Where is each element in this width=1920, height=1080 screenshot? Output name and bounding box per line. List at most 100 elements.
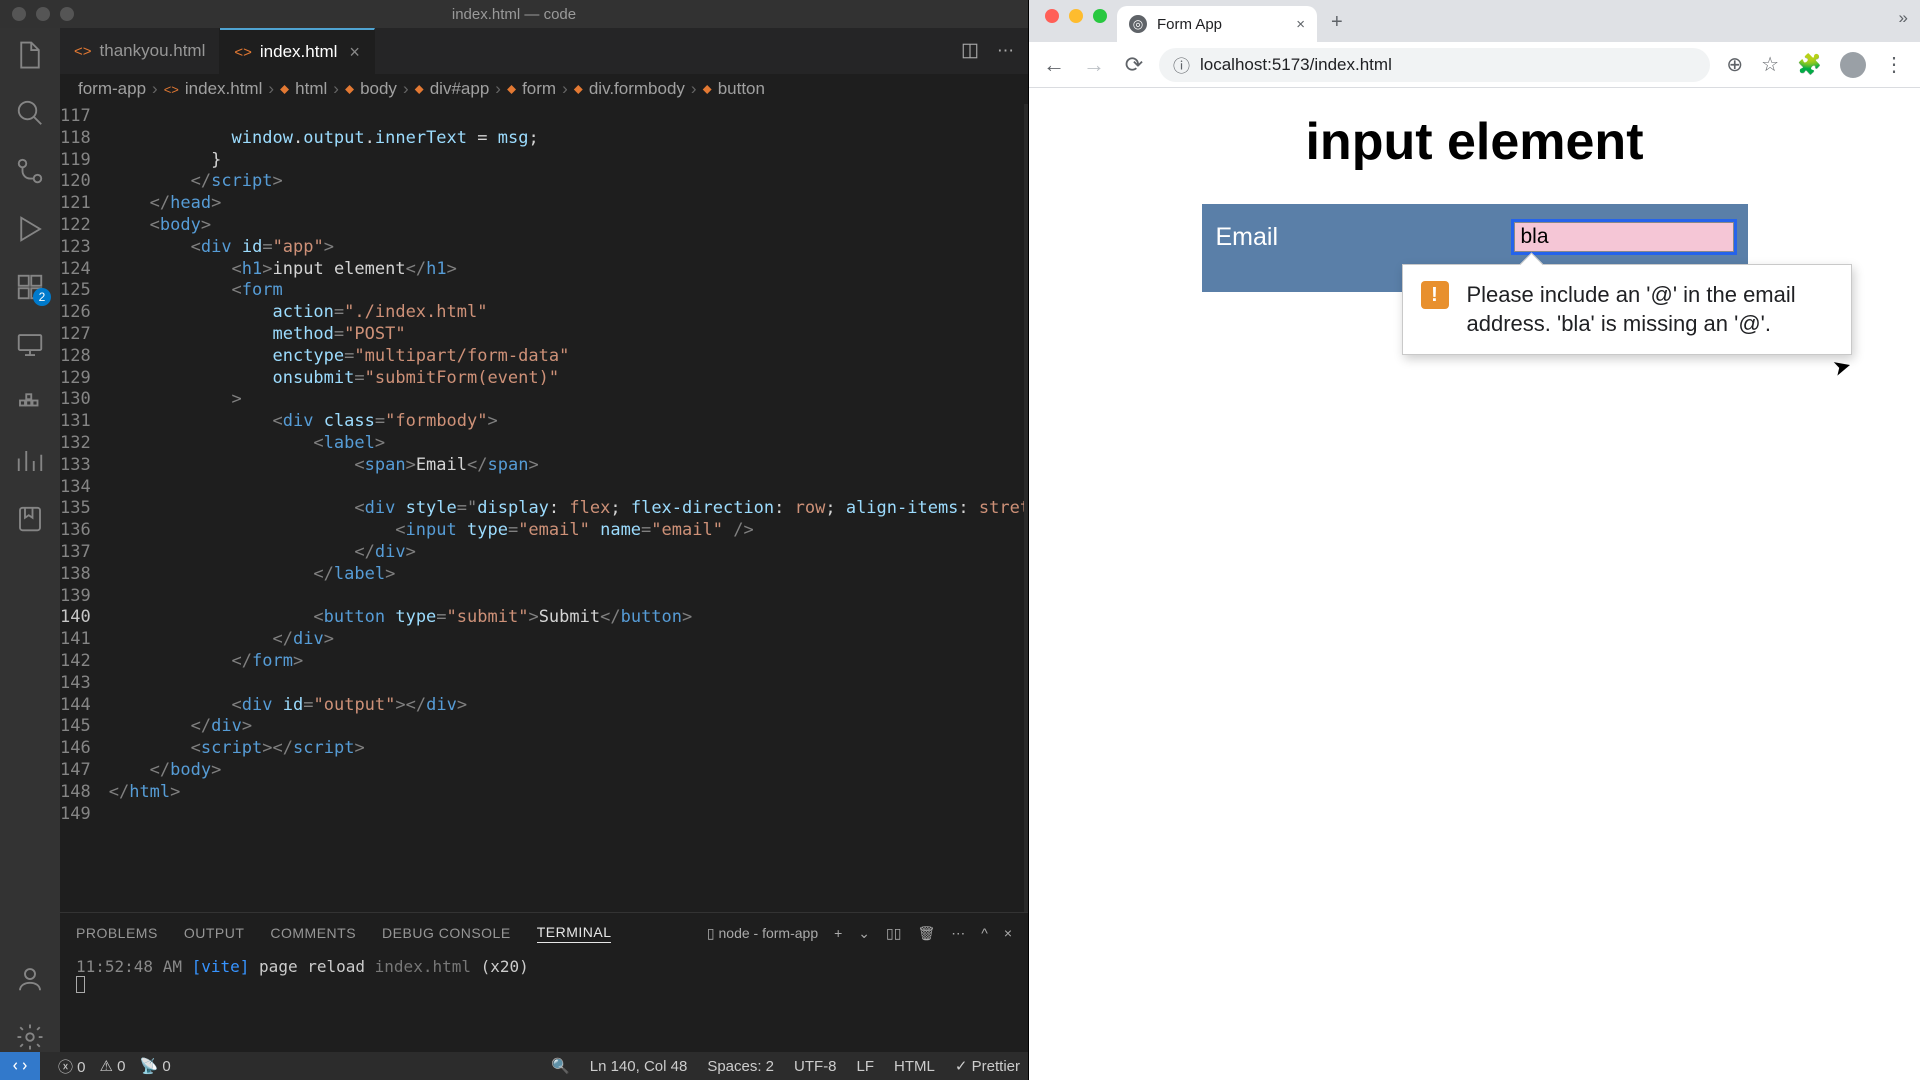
search-icon[interactable] — [15, 98, 45, 128]
chrome-tabstrip: ◎ Form App × + » — [1029, 0, 1920, 42]
minimize-dot[interactable] — [1069, 9, 1083, 23]
warning-icon: ! — [1421, 281, 1449, 309]
explorer-icon[interactable] — [15, 40, 45, 70]
panel-tab-comments[interactable]: COMMENTS — [270, 925, 356, 941]
bookmark-icon[interactable] — [15, 504, 45, 534]
activity-bar: 2 — [0, 28, 60, 1052]
html-file-icon: <> — [74, 43, 92, 60]
split-terminal-icon[interactable]: ▯▯ — [886, 925, 901, 942]
status-indent[interactable]: Spaces: 2 — [707, 1058, 774, 1075]
settings-gear-icon[interactable] — [15, 1022, 45, 1052]
maximize-panel-icon[interactable]: ^ — [981, 925, 988, 941]
window-controls[interactable] — [1039, 9, 1117, 33]
split-editor-icon[interactable] — [961, 42, 979, 60]
extensions-puzzle-icon[interactable]: 🧩 — [1797, 52, 1822, 77]
remote-explorer-icon[interactable] — [15, 330, 45, 360]
tag-icon: ⬥ — [345, 81, 354, 97]
tooltip-text: Please include an '@' in the email addre… — [1467, 281, 1833, 338]
docker-icon[interactable] — [15, 388, 45, 418]
new-terminal-icon[interactable]: + — [834, 925, 842, 941]
chrome-menu-icon[interactable]: ⋮ — [1884, 52, 1904, 77]
close-dot[interactable] — [1045, 9, 1059, 23]
more-icon[interactable]: ⋯ — [951, 925, 965, 942]
status-formatter[interactable]: ✓ Prettier — [955, 1057, 1020, 1075]
page-heading: input element — [1029, 112, 1920, 172]
profile-avatar[interactable] — [1840, 52, 1866, 78]
panel-tab-problems[interactable]: PROBLEMS — [76, 925, 158, 941]
extensions-icon[interactable]: 2 — [15, 272, 45, 302]
html-file-icon: <> — [234, 44, 252, 61]
tag-icon: ⬥ — [507, 81, 516, 97]
panel-tab-output[interactable]: OUTPUT — [184, 925, 245, 941]
tab-index[interactable]: <> index.html × — [220, 28, 375, 74]
status-errors[interactable]: ⓧ 0 — [58, 1056, 86, 1077]
vscode-window: index.html — code 2 <> thankyou.html — [0, 0, 1028, 1080]
status-encoding[interactable]: UTF-8 — [794, 1058, 837, 1075]
zoom-dot[interactable] — [60, 7, 74, 21]
close-dot[interactable] — [12, 7, 26, 21]
more-icon[interactable]: ⋯ — [997, 41, 1014, 61]
remote-indicator[interactable] — [0, 1052, 40, 1080]
site-info-icon[interactable]: ⓘ — [1173, 52, 1190, 77]
favicon-icon: ◎ — [1129, 15, 1147, 33]
expand-tabs-icon[interactable]: » — [1899, 8, 1908, 28]
editor-tabs: <> thankyou.html <> index.html × ⋯ — [60, 28, 1028, 74]
zoom-icon[interactable]: ⊕ — [1726, 52, 1743, 77]
window-title: index.html — code — [452, 6, 576, 23]
extensions-badge: 2 — [33, 288, 51, 306]
close-panel-icon[interactable]: × — [1004, 925, 1012, 941]
tab-label: index.html — [260, 42, 337, 62]
close-tab-icon[interactable]: × — [349, 42, 360, 63]
tab-title: Form App — [1157, 16, 1222, 33]
terminal-output[interactable]: 11:52:48 AM [vite] page reload index.htm… — [60, 953, 1028, 1052]
line-gutter: 1171181191201211221231241251261271281291… — [60, 104, 109, 912]
graph-icon[interactable] — [15, 446, 45, 476]
chrome-window: ◎ Form App × + » ← → ⟳ ⓘ localhost:5173/… — [1028, 0, 1920, 1080]
minimize-dot[interactable] — [36, 7, 50, 21]
back-button[interactable]: ← — [1039, 52, 1069, 78]
kill-terminal-icon[interactable]: 🗑 — [917, 925, 935, 942]
status-search-icon[interactable]: 🔍 — [551, 1057, 570, 1075]
validation-tooltip: ! Please include an '@' in the email add… — [1402, 264, 1852, 355]
breadcrumbs[interactable]: form-app› <>index.html› ⬥html› ⬥body› ⬥d… — [60, 74, 1028, 104]
bookmark-star-icon[interactable]: ☆ — [1761, 52, 1779, 77]
url-text: localhost:5173/index.html — [1200, 55, 1392, 75]
status-bar: ⓧ 0 ⚠ 0 📡 0 🔍 Ln 140, Col 48 Spaces: 2 U… — [0, 1052, 1028, 1080]
tab-thankyou[interactable]: <> thankyou.html — [60, 28, 220, 74]
code-content[interactable]: window.output.innerText = msg; } </scrip… — [109, 104, 1028, 912]
html-file-icon: <> — [164, 82, 179, 97]
terminal-task-icon[interactable]: ▯ node - form-app — [707, 925, 818, 942]
terminal-cursor — [76, 976, 85, 993]
vscode-titlebar: index.html — code — [0, 0, 1028, 28]
status-ports[interactable]: 📡 0 — [139, 1057, 170, 1075]
panel-tab-debug[interactable]: DEBUG CONSOLE — [382, 925, 511, 941]
address-bar[interactable]: ⓘ localhost:5173/index.html — [1159, 48, 1710, 82]
account-icon[interactable] — [15, 964, 45, 994]
run-debug-icon[interactable] — [15, 214, 45, 244]
tag-icon: ⬥ — [703, 81, 712, 97]
status-eol[interactable]: LF — [857, 1058, 875, 1075]
panel-tab-terminal[interactable]: TERMINAL — [537, 924, 612, 943]
tag-icon: ⬥ — [574, 81, 583, 97]
status-language[interactable]: HTML — [894, 1058, 935, 1075]
email-label: Email — [1216, 223, 1279, 252]
status-warnings[interactable]: ⚠ 0 — [100, 1057, 126, 1075]
code-editor[interactable]: 1171181191201211221231241251261271281291… — [60, 104, 1028, 912]
email-input[interactable] — [1514, 222, 1734, 252]
tag-icon: ⬥ — [415, 81, 424, 97]
forward-button[interactable]: → — [1079, 52, 1109, 78]
zoom-dot[interactable] — [1093, 9, 1107, 23]
minimap[interactable] — [1024, 104, 1028, 912]
close-tab-icon[interactable]: × — [1296, 16, 1305, 33]
browser-tab[interactable]: ◎ Form App × — [1117, 6, 1317, 42]
terminal-dropdown-icon[interactable]: ⌄ — [858, 925, 870, 942]
chrome-toolbar: ← → ⟳ ⓘ localhost:5173/index.html ⊕ ☆ 🧩 … — [1029, 42, 1920, 88]
page-content: input element Email ! Please include an … — [1029, 88, 1920, 1080]
bottom-panel: PROBLEMS OUTPUT COMMENTS DEBUG CONSOLE T… — [60, 912, 1028, 1052]
reload-button[interactable]: ⟳ — [1119, 52, 1149, 78]
new-tab-button[interactable]: + — [1317, 11, 1357, 42]
window-controls[interactable] — [0, 7, 74, 21]
source-control-icon[interactable] — [15, 156, 45, 186]
mouse-cursor-icon: ➤ — [1829, 351, 1854, 383]
status-cursor[interactable]: Ln 140, Col 48 — [590, 1058, 688, 1075]
